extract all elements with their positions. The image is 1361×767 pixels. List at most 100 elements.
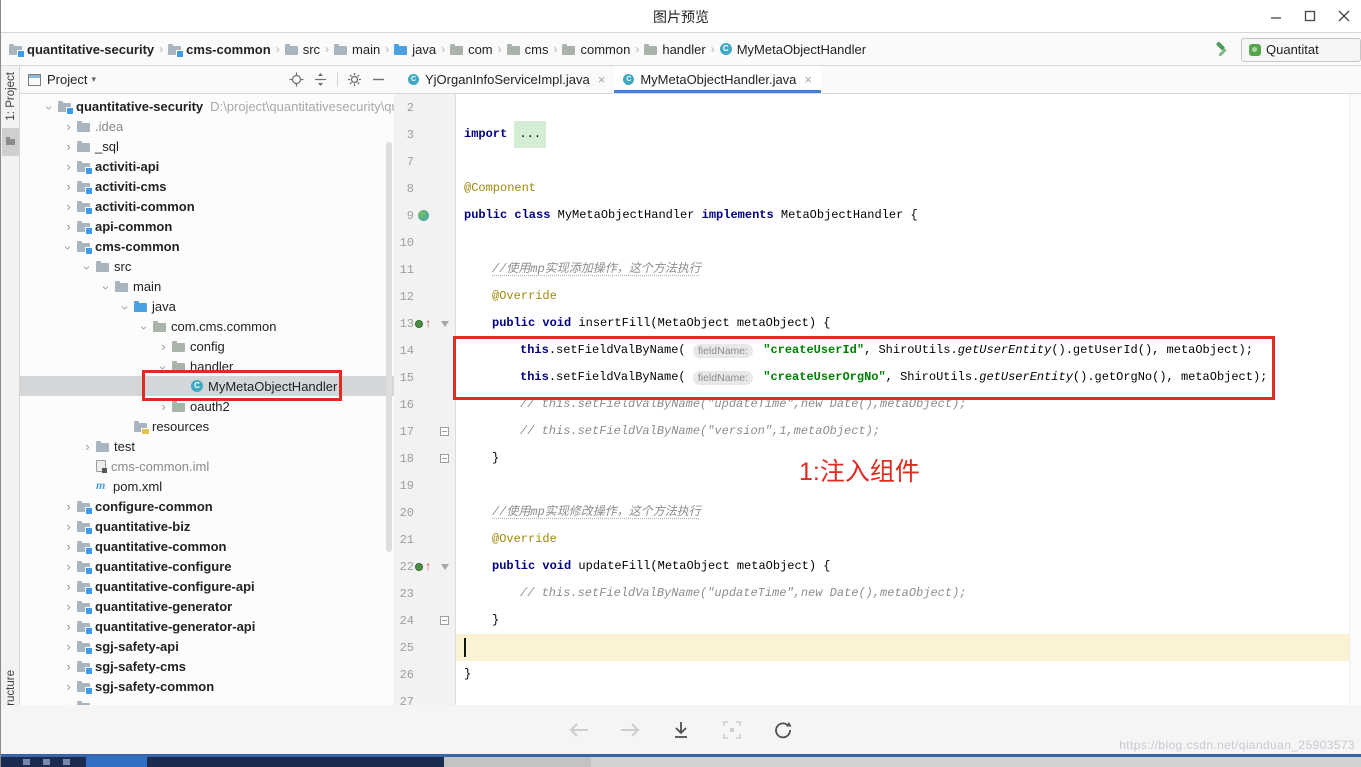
chevron-collapsed-icon[interactable]: › [63,679,74,694]
project-tree-item[interactable]: › handler [20,356,394,376]
chevron-expanded-icon[interactable]: › [137,322,152,333]
project-tree-item[interactable]: MyMetaObjectHandler [20,376,394,396]
hide-panel-icon[interactable] [371,72,386,87]
chevron-expanded-icon[interactable]: › [80,262,95,273]
maximize-button[interactable] [1293,0,1327,32]
run-configuration-selector[interactable]: Quantitat [1241,37,1361,62]
breadcrumb-item[interactable]: java [394,42,436,57]
chevron-collapsed-icon[interactable]: › [63,159,74,174]
breadcrumb-item[interactable]: common [562,42,630,57]
chevron-collapsed-icon[interactable]: › [63,219,74,234]
collapse-all-icon[interactable] [313,72,328,87]
project-tree-item[interactable]: › quantitative-biz [20,516,394,536]
build-hammer-button[interactable] [1213,41,1231,59]
code-line[interactable]: 10 [394,229,1361,256]
project-scrollbar[interactable] [386,142,392,552]
taskbar-icon[interactable] [63,759,70,765]
project-tree-item[interactable]: › activiti-cms [20,176,394,196]
project-tree-item[interactable]: pom.xml [20,476,394,496]
taskbar-active-app[interactable] [86,757,147,767]
chevron-collapsed-icon[interactable]: › [63,119,74,134]
breadcrumb-item[interactable]: MyMetaObjectHandler [719,42,866,57]
breadcrumb-item[interactable]: src [284,42,320,57]
download-button[interactable] [669,718,693,742]
code-line[interactable]: 22 ↑ public void updateFill(MetaObject met… [394,553,1361,580]
chevron-collapsed-icon[interactable]: › [63,639,74,654]
project-tree-item[interactable]: cms-common.iml [20,456,394,476]
chevron-collapsed-icon[interactable]: › [63,619,74,634]
chevron-collapsed-icon[interactable]: › [63,559,74,574]
chevron-expanded-icon[interactable]: › [156,362,171,373]
project-tree-item[interactable]: resources [20,416,394,436]
fold-marker[interactable] [433,454,456,463]
project-tree-item[interactable]: › _sql [20,136,394,156]
forward-button[interactable] [618,718,642,742]
project-panel-title[interactable]: Project [47,72,87,87]
chevron-collapsed-icon[interactable]: › [63,199,74,214]
taskbar-icon[interactable] [23,759,30,765]
project-tree-item[interactable]: › src [20,256,394,276]
code-line[interactable]: 25 [394,634,1361,661]
project-tool-window-tab[interactable]: 1: Project [1,72,20,156]
breadcrumb-item[interactable]: quantitative-security [9,42,154,58]
code-line[interactable]: 17 // this.setFieldValByName("version",1,… [394,418,1361,445]
chevron-down-icon[interactable]: ▾ [91,74,96,85]
chevron-collapsed-icon[interactable]: › [63,179,74,194]
project-tree-item[interactable]: › quantitative-generator [20,596,394,616]
close-button[interactable] [1327,0,1361,32]
project-tree-item[interactable]: › quantitative-configure [20,556,394,576]
code-line[interactable]: 15 this .setFieldValByName( fieldName: "cr… [394,364,1361,391]
chevron-collapsed-icon[interactable]: › [63,579,74,594]
tab-close-icon[interactable]: × [598,72,606,87]
chevron-collapsed-icon[interactable]: › [63,139,74,154]
project-tree-item[interactable]: › sgj-safety-api [20,636,394,656]
project-tree-item[interactable]: › main [20,276,394,296]
code-line[interactable]: 21 @Override [394,526,1361,553]
locate-icon[interactable] [289,72,304,87]
breadcrumb-item[interactable]: com [450,42,493,57]
project-tree-item[interactable]: › config [20,336,394,356]
project-tree-item[interactable]: › com.cms.common [20,316,394,336]
structure-tool-window-tab[interactable]: tructure [1,670,20,705]
editor-tab[interactable]: MyMetaObjectHandler.java × [614,66,822,93]
actual-size-button[interactable] [720,718,744,742]
code-line[interactable]: 16 // this.setFieldValByName("updateTime"… [394,391,1361,418]
code-line[interactable]: 7 [394,148,1361,175]
code-line[interactable]: 24} [394,607,1361,634]
tab-close-icon[interactable]: × [804,72,812,87]
code-area[interactable]: 2 3 import ... 7 8 @Component 9 public class My… [394,94,1361,705]
project-tree-item[interactable]: › configure-common [20,496,394,516]
project-tree-item[interactable]: › sgj-safety-common [20,676,394,696]
chevron-expanded-icon[interactable]: › [42,102,57,113]
chevron-expanded-icon[interactable]: › [118,302,133,313]
code-line[interactable]: 9 public class MyMetaObjectHandler implem… [394,202,1361,229]
code-line[interactable]: 23 // this.setFieldValByName("updateTime"… [394,580,1361,607]
chevron-expanded-icon[interactable]: › [61,242,76,253]
project-tree-item[interactable]: › activiti-common [20,196,394,216]
chevron-collapsed-icon[interactable]: › [63,539,74,554]
code-line[interactable]: 13 ↑ public void insertFill(MetaObject met… [394,310,1361,337]
project-tree-item[interactable]: › quantitative-generator-api [20,616,394,636]
chevron-expanded-icon[interactable]: › [99,282,114,293]
settings-gear-icon[interactable] [347,72,362,87]
editor-scrollbar[interactable] [1349,94,1361,705]
minimize-button[interactable] [1259,0,1293,32]
project-tree-item[interactable]: › [20,696,394,705]
code-line[interactable]: 2 [394,94,1361,121]
project-tree-item[interactable]: › .idea [20,116,394,136]
fold-marker[interactable] [433,320,456,327]
code-line[interactable]: 12 @Override [394,283,1361,310]
project-tree-item[interactable]: › sgj-safety-cms [20,656,394,676]
project-tree-item[interactable]: › cms-common [20,236,394,256]
chevron-collapsed-icon[interactable]: › [63,499,74,514]
project-tree-item[interactable]: › java [20,296,394,316]
back-button[interactable] [567,718,591,742]
fold-marker[interactable] [433,563,456,570]
project-tree-item[interactable]: › quantitative-configure-api [20,576,394,596]
breadcrumb-item[interactable]: cms-common [168,42,271,58]
code-line[interactable]: 11 //使用mp实现添加操作，这个方法执行 [394,256,1361,283]
project-tree-item[interactable]: › test [20,436,394,456]
project-tree-item[interactable]: › activiti-api [20,156,394,176]
project-tree-item[interactable]: › quantitative-common [20,536,394,556]
code-line[interactable]: 8 @Component [394,175,1361,202]
